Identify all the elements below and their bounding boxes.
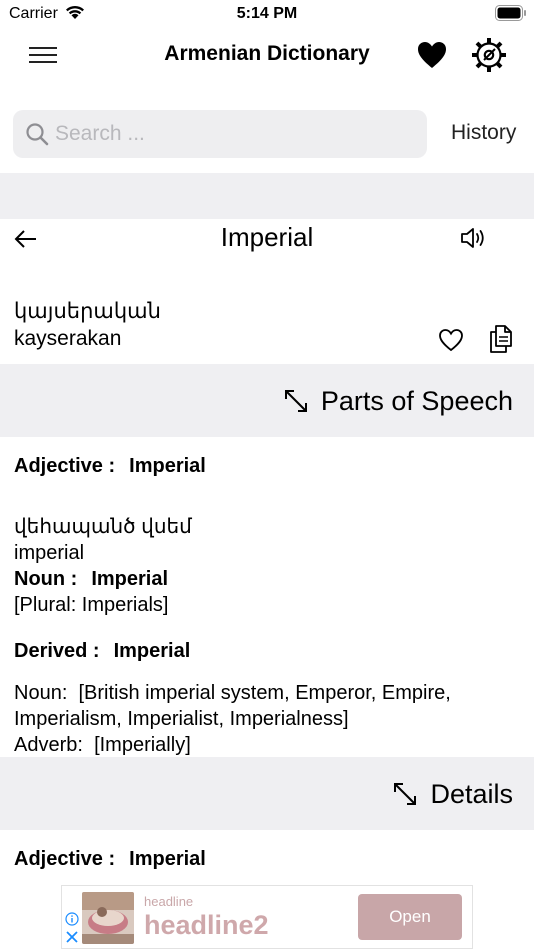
details-adjective-value: Imperial <box>129 848 206 870</box>
derived-noun-line2: Imperialism, Imperialist, Imperialness] <box>14 708 349 730</box>
translation-block: կայսերական kayserakan <box>14 298 161 352</box>
noun-plural: [Plural: Imperials] <box>14 594 169 616</box>
details-toggle[interactable]: Details <box>392 777 513 811</box>
details-adjective-row: Adjective : Imperial <box>14 846 206 872</box>
adjective-row: Adjective : Imperial <box>14 453 206 479</box>
armenian-meaning: վեհապանծ վսեմ <box>14 516 192 538</box>
derived-adverb-label: Adverb: <box>14 734 83 756</box>
nav-bar: Armenian Dictionary <box>0 28 534 84</box>
expand-arrows-icon <box>284 390 307 412</box>
clock: 5:14 PM <box>236 5 298 22</box>
derived-adverb-value: [Imperially] <box>94 734 191 756</box>
heart-icon[interactable] <box>415 38 449 72</box>
meaning-block: վեհապանծ վսեմ imperial Noun : Imperial [P… <box>14 514 192 618</box>
ad-headline2: headline2 <box>144 910 269 940</box>
adjective-value: Imperial <box>129 455 206 477</box>
search-icon <box>26 123 49 146</box>
derived-value: Imperial <box>113 640 191 662</box>
transliteration: kayserakan <box>14 327 122 350</box>
app-title: Armenian Dictionary <box>164 42 370 65</box>
copy-icon[interactable] <box>487 324 515 354</box>
derived-row: Derived : Imperial <box>14 638 190 664</box>
word-header: Imperial <box>0 219 534 269</box>
parts-of-speech-label: Parts of Speech <box>320 385 513 416</box>
armenian-translation: կայսերական <box>14 300 161 323</box>
ad-thumbnail-image <box>82 892 134 944</box>
adjective-label: Adjective : <box>14 455 116 477</box>
noun-value: Imperial <box>91 568 169 590</box>
details-adjective-label: Adjective : <box>14 848 116 870</box>
derived-noun-line1: [British imperial system, Emperor, Empir… <box>78 682 451 704</box>
parts-of-speech-toggle[interactable]: Parts of Speech <box>283 384 513 418</box>
history-button[interactable]: History <box>451 121 516 145</box>
info-icon[interactable] <box>65 912 79 926</box>
search-box[interactable] <box>13 110 427 158</box>
derived-noun-label: Noun: <box>14 682 68 704</box>
details-header[interactable]: Details <box>0 757 534 830</box>
ad-headline: headline <box>144 894 194 909</box>
search-input[interactable] <box>55 116 415 152</box>
close-icon[interactable] <box>65 930 79 944</box>
derived-forms: Noun: [British imperial system, Emperor,… <box>14 680 451 758</box>
derived-label: Derived : <box>14 640 100 662</box>
speaker-icon[interactable] <box>458 223 488 253</box>
status-bar: Carrier 5:14 PM <box>0 0 534 28</box>
ad-banner[interactable]: headline headline2 Open <box>61 885 473 949</box>
parts-of-speech-header[interactable]: Parts of Speech <box>0 364 534 437</box>
word-title: Imperial <box>220 222 314 252</box>
details-label: Details <box>430 778 513 809</box>
expand-arrows-icon <box>394 783 417 805</box>
battery-icon <box>495 5 526 21</box>
separator-band <box>0 173 534 219</box>
noun-label: Noun : <box>14 568 78 590</box>
english-meaning: imperial <box>14 542 85 564</box>
favorite-heart-outline-icon[interactable] <box>437 326 465 354</box>
settings-gear-icon[interactable] <box>470 36 508 74</box>
ad-open-button[interactable]: Open <box>358 894 462 940</box>
search-row: History <box>0 110 534 158</box>
